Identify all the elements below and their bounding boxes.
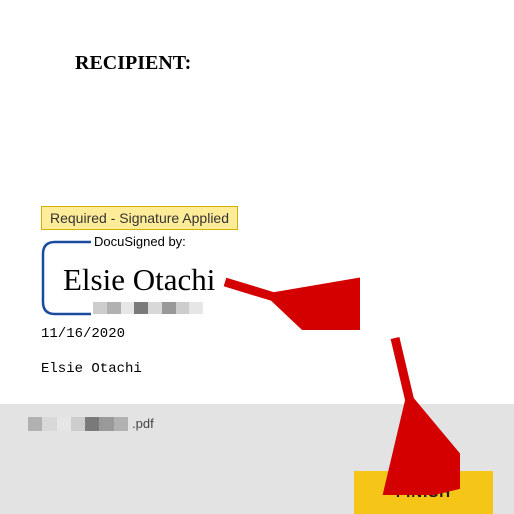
- file-extension: .pdf: [132, 416, 154, 431]
- filename-redacted: [28, 417, 128, 431]
- recipient-label: RECIPIENT:: [75, 52, 191, 75]
- file-info: .pdf: [28, 416, 154, 431]
- signature-status-badge: Required - Signature Applied: [41, 206, 238, 230]
- footer-bar: .pdf FINISH: [0, 404, 514, 514]
- signature-block[interactable]: DocuSigned by: Elsie Otachi: [41, 240, 226, 316]
- printed-name: Elsie Otachi: [41, 361, 142, 377]
- signature-date: 11/16/2020: [41, 326, 125, 342]
- finish-button[interactable]: FINISH: [354, 471, 493, 514]
- docusigned-label: DocuSigned by:: [91, 234, 189, 249]
- document-area: RECIPIENT: Required - Signature Applied …: [0, 0, 514, 404]
- signature-name: Elsie Otachi: [63, 262, 215, 298]
- signature-id-redacted: [93, 302, 203, 314]
